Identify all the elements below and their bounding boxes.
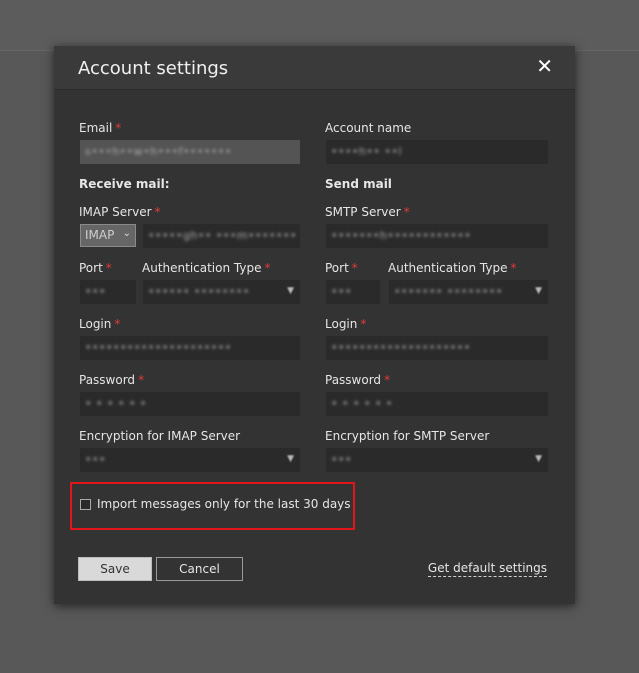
- imap-encryption-select[interactable]: ••• ▼: [80, 448, 300, 472]
- smtp-password-field[interactable]: • • • • • •: [326, 392, 548, 416]
- account-settings-dialog: Account settings ✕ Email * s•••h••w•h•••f…: [54, 46, 575, 604]
- smtp-login-label: Login *: [325, 317, 367, 331]
- imap-port-field[interactable]: •••: [80, 280, 136, 304]
- send-mail-heading: Send mail: [325, 177, 392, 191]
- imap-protocol-select[interactable]: IMAP ⌄: [80, 224, 136, 247]
- import-last-30-days-label[interactable]: Import messages only for the last 30 day…: [97, 497, 351, 511]
- chevron-down-icon: ▼: [287, 454, 294, 464]
- smtp-encryption-select[interactable]: ••• ▼: [326, 448, 548, 472]
- smtp-password-label: Password *: [325, 373, 391, 387]
- smtp-port-label: Port *: [325, 261, 358, 275]
- smtp-server-field[interactable]: •••••••h••••••••••••: [326, 224, 548, 248]
- chevron-down-icon: ⌄: [122, 228, 131, 239]
- email-label: Email *: [79, 121, 122, 135]
- save-button[interactable]: Save: [78, 557, 152, 581]
- dialog-titlebar: Account settings ✕: [54, 46, 575, 90]
- imap-server-label: IMAP Server *: [79, 205, 161, 219]
- imap-login-field[interactable]: •••••••••••••••••••••: [80, 336, 300, 360]
- imap-auth-label: Authentication Type *: [142, 261, 271, 275]
- email-field[interactable]: s•••h••w•h•••f•••••••: [80, 140, 300, 164]
- cancel-button[interactable]: Cancel: [156, 557, 243, 581]
- smtp-auth-select[interactable]: ••••••• •••••••• ▼: [389, 280, 548, 304]
- smtp-encryption-label: Encryption for SMTP Server: [325, 429, 490, 443]
- chevron-down-icon: ▼: [535, 286, 542, 296]
- get-default-settings-link[interactable]: Get default settings: [427, 561, 547, 577]
- page-header-background: [0, 0, 639, 51]
- imap-password-label: Password *: [79, 373, 145, 387]
- imap-password-field[interactable]: • • • • • •: [80, 392, 300, 416]
- imap-auth-select[interactable]: •••••• •••••••• ▼: [143, 280, 300, 304]
- close-icon[interactable]: ✕: [536, 56, 553, 76]
- smtp-auth-label: Authentication Type *: [388, 261, 517, 275]
- receive-mail-heading: Receive mail:: [79, 177, 170, 191]
- imap-login-label: Login *: [79, 317, 121, 331]
- import-last-30-days-checkbox[interactable]: [80, 499, 91, 510]
- chevron-down-icon: ▼: [287, 286, 294, 296]
- chevron-down-icon: ▼: [535, 454, 542, 464]
- smtp-login-field[interactable]: ••••••••••••••••••••: [326, 336, 548, 360]
- dialog-title: Account settings: [78, 58, 229, 79]
- imap-port-label: Port *: [79, 261, 112, 275]
- account-name-label: Account name: [325, 121, 412, 135]
- imap-encryption-label: Encryption for IMAP Server: [79, 429, 241, 443]
- smtp-server-label: SMTP Server *: [325, 205, 410, 219]
- account-name-field[interactable]: ••••h•• ••l: [326, 140, 548, 164]
- imap-server-field[interactable]: •••••gh•• •••m•••••••: [143, 224, 300, 248]
- smtp-port-field[interactable]: •••: [326, 280, 380, 304]
